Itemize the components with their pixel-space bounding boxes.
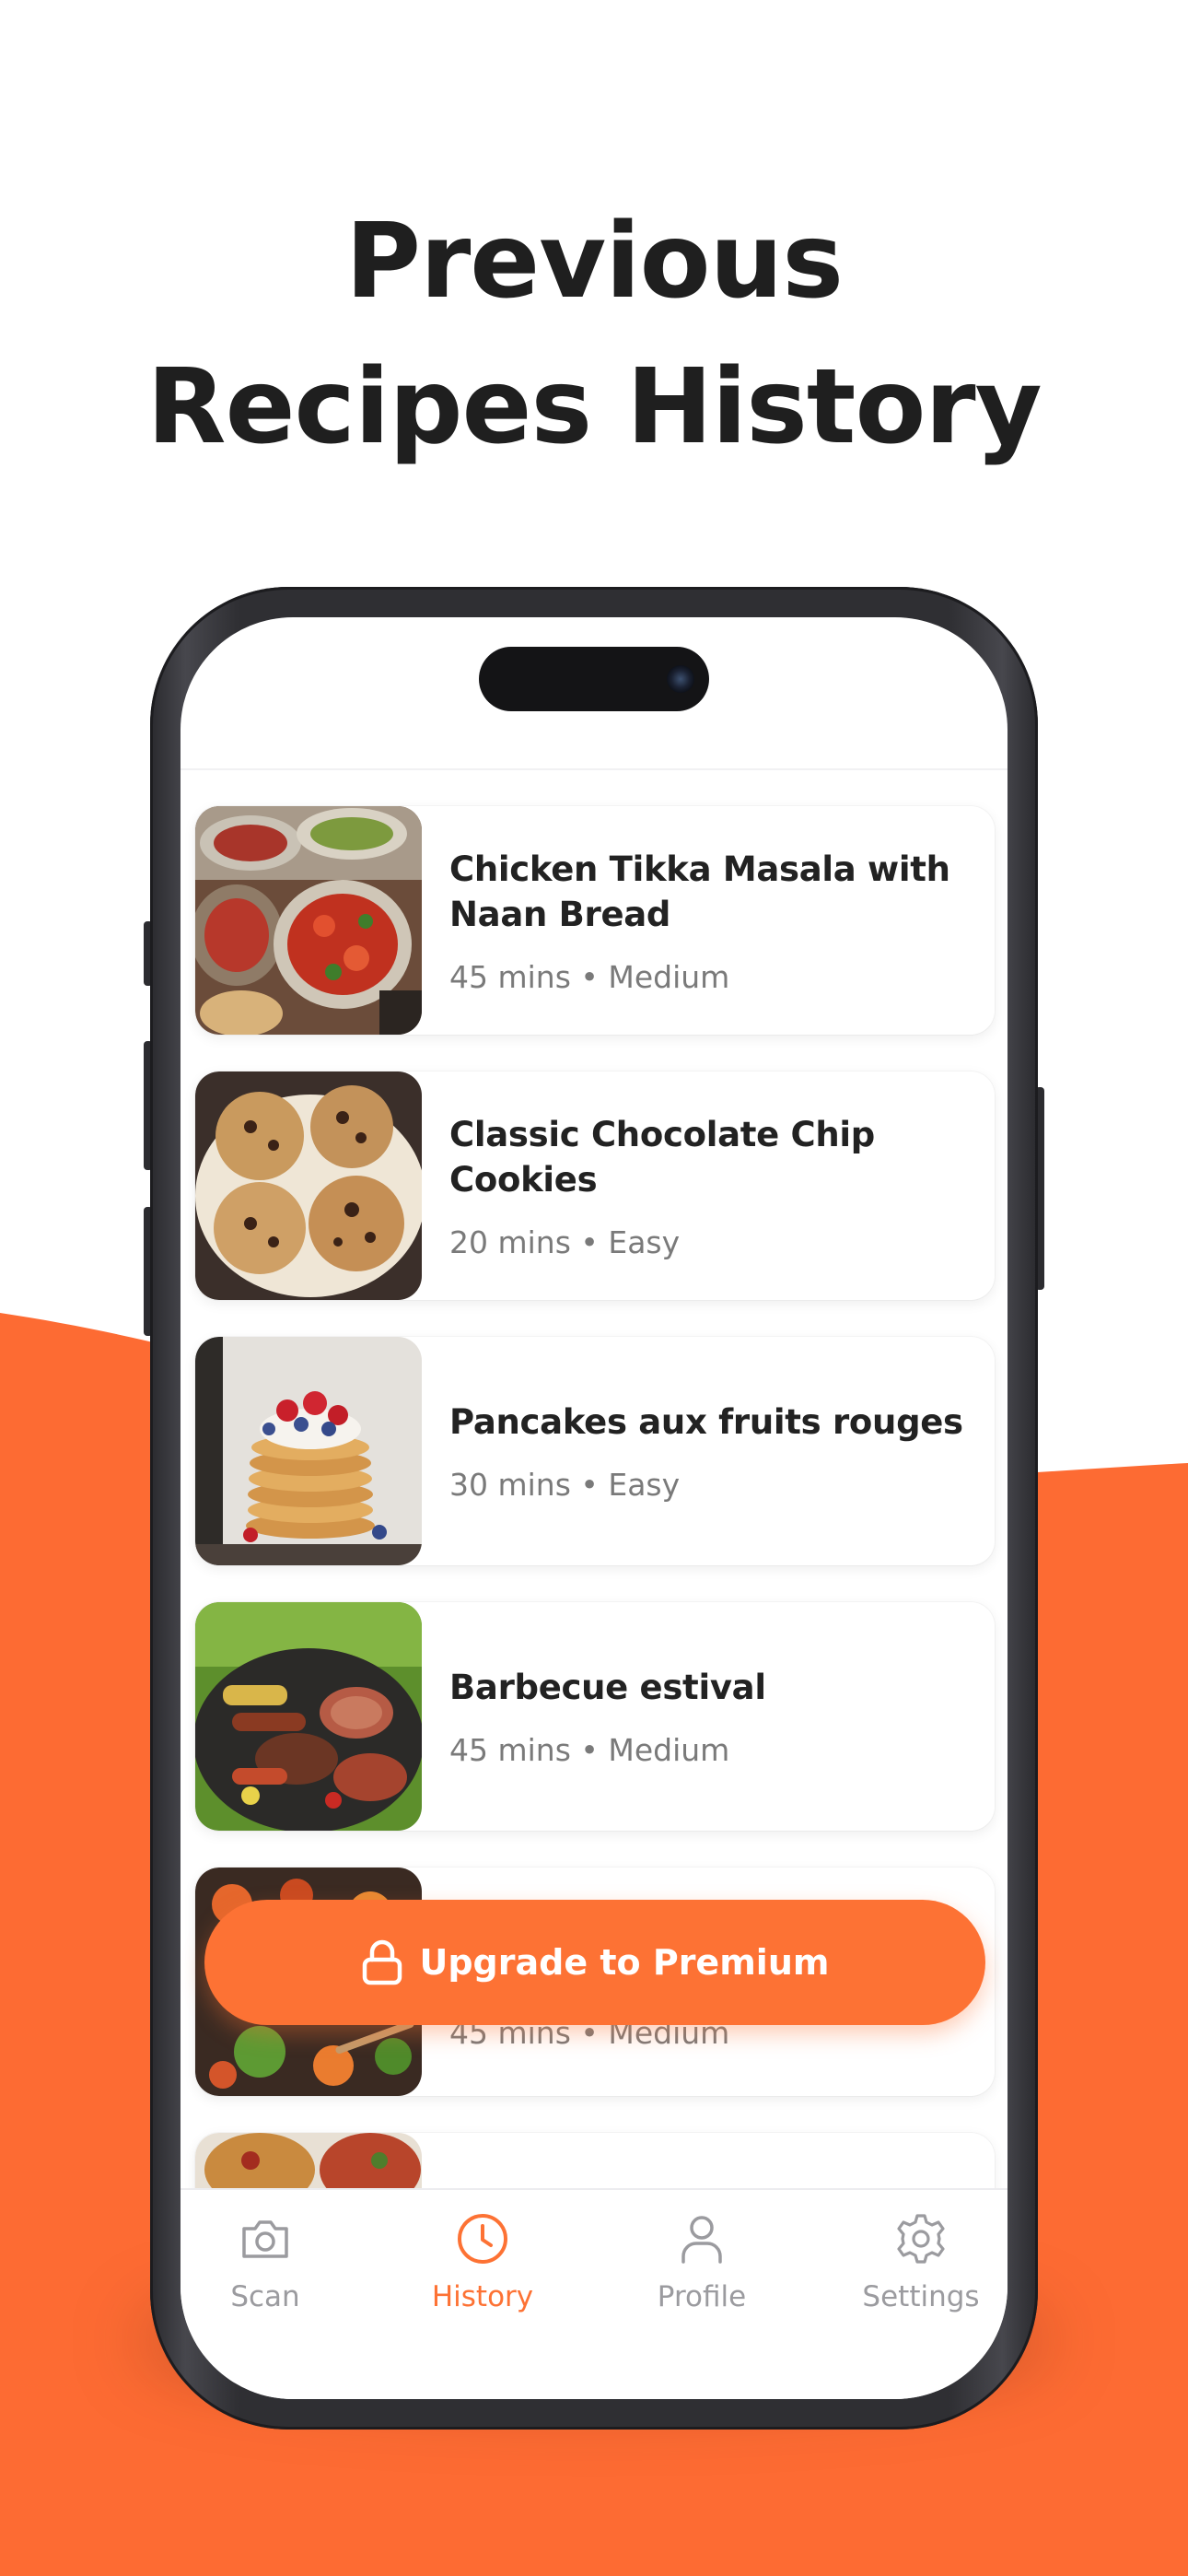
recipe-title: Classic Chocolate Chip Cookies (449, 1114, 875, 1200)
chicken-tikka-photo (195, 806, 422, 1035)
recipe-card[interactable]: Classic Chocolate Chip Cookies 20 mins •… (195, 1071, 995, 1300)
recipe-title: Chicken Tikka Masala with Naan Bread (449, 849, 950, 934)
front-camera (667, 665, 694, 693)
tab-settings[interactable]: Settings (829, 2210, 1007, 2313)
dynamic-island (479, 647, 709, 711)
upgrade-premium-button[interactable]: Upgrade to Premium (204, 1900, 985, 2025)
headline-line-2: Recipes History (146, 347, 1042, 467)
recipe-meta: 45 mins • Medium (449, 958, 730, 995)
bottom-tab-bar: Scan History Profile Settings (181, 2188, 1007, 2399)
header-divider (181, 768, 1007, 770)
phone-screen: Chicken Tikka Masala with Naan Bread 45 … (181, 617, 1007, 2399)
pancakes-photo (195, 1337, 422, 1565)
cookies-photo (195, 1071, 422, 1300)
recipe-title: Barbecue estival (449, 1668, 766, 1707)
barbecue-photo (195, 1602, 422, 1831)
recipe-meta: 20 mins • Easy (449, 1224, 681, 1260)
tab-label: Settings (862, 2280, 980, 2313)
tab-label: Scan (230, 2280, 300, 2313)
camera-icon (242, 2220, 288, 2258)
recipe-title: Pancakes aux fruits rouges (449, 1402, 963, 1442)
tab-profile[interactable]: Profile (610, 2210, 794, 2313)
recipe-text: Classic Chocolate Chip Cookies 20 mins •… (449, 1071, 967, 1300)
tab-history[interactable]: History (390, 2210, 575, 2313)
recipe-card[interactable]: Chicken Tikka Masala with Naan Bread 45 … (195, 806, 995, 1035)
clock-icon (458, 2214, 507, 2264)
headline-line-1: Previous (344, 202, 844, 322)
recipe-meta: 30 mins • Easy (449, 1467, 681, 1503)
tab-scan[interactable]: Scan (181, 2210, 357, 2313)
recipe-meta: 45 mins • Medium (449, 1732, 730, 1768)
gear-icon (897, 2214, 945, 2264)
lock-icon (362, 1939, 402, 1985)
upgrade-label: Upgrade to Premium (419, 1942, 830, 1983)
recipe-text: Chicken Tikka Masala with Naan Bread 45 … (449, 806, 967, 1035)
recipe-text: Pancakes aux fruits rouges 30 mins • Eas… (449, 1337, 967, 1565)
recipe-text: Barbecue estival 45 mins • Medium (449, 1602, 967, 1831)
recipe-card[interactable]: Pancakes aux fruits rouges 30 mins • Eas… (195, 1337, 995, 1565)
tab-label: Profile (657, 2280, 747, 2313)
marketing-headline: Previous Recipes History (0, 189, 1188, 480)
person-icon (681, 2216, 722, 2264)
tab-label: History (431, 2280, 534, 2313)
recipe-card[interactable]: Barbecue estival 45 mins • Medium (195, 1602, 995, 1831)
